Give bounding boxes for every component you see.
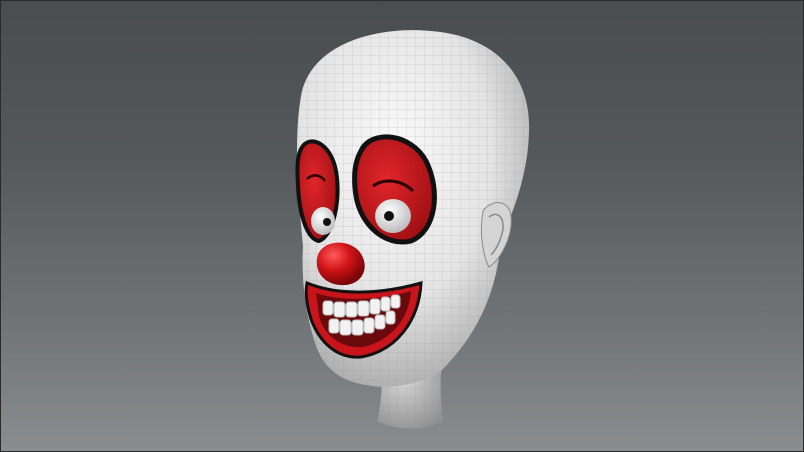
ear xyxy=(480,202,512,268)
left-eyeball xyxy=(311,207,335,235)
clown-head-model xyxy=(295,30,530,429)
render-viewport xyxy=(0,0,804,452)
